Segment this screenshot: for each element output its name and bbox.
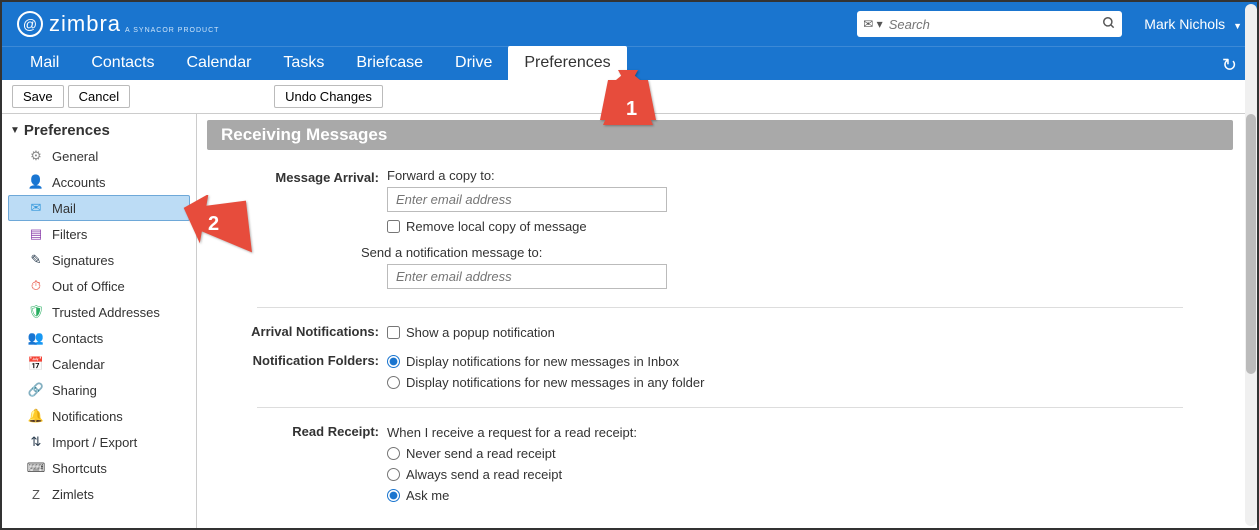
sidebar-icon: ⌨ [28,460,44,476]
sidebar-item-label: Notifications [52,409,123,424]
sidebar-icon: 🔔 [28,408,44,424]
logo-subtitle: A SYNACOR PRODUCT [125,27,219,34]
tab-contacts[interactable]: Contacts [75,46,170,80]
preferences-sidebar: ▼ Preferences ⚙ General 👤 Accounts ✉ Mail ▤ Fil… [2,114,197,528]
notification-folders-label: Notification Folders: [207,351,387,393]
notify-any-radio-label[interactable]: Display notifications for new messages i… [387,372,1233,393]
sidebar-item-calendar[interactable]: 📅 Calendar [8,351,190,377]
receipt-ask-radio[interactable] [387,489,400,502]
sidebar-icon: ⚙ [28,148,44,164]
forward-email-input[interactable] [387,187,667,212]
sidebar-title[interactable]: ▼ Preferences [8,118,190,143]
receipt-never-radio[interactable] [387,447,400,460]
sidebar-item-out-of-office[interactable]: ⏱ Out of Office [8,273,190,299]
refresh-icon[interactable]: ↻ [1214,51,1245,80]
forward-copy-text: Forward a copy to: [387,168,495,183]
sidebar-item-general[interactable]: ⚙ General [8,143,190,169]
chevron-down-icon: ▼ [1233,21,1242,31]
read-receipt-label: Read Receipt: [207,422,387,506]
receipt-always-radio-label[interactable]: Always send a read receipt [387,464,1233,485]
cancel-button[interactable]: Cancel [68,85,130,108]
sidebar-item-mail[interactable]: ✉ Mail [8,195,190,221]
section-title: Receiving Messages [207,120,1233,150]
tab-tasks[interactable]: Tasks [267,46,340,80]
sidebar-item-label: Filters [52,227,87,242]
popup-notification-checkbox-label[interactable]: Show a popup notification [387,322,1233,343]
save-button[interactable]: Save [12,85,64,108]
collapse-icon: ▼ [10,125,20,136]
remove-local-checkbox[interactable] [387,220,400,233]
logo: @ zimbra A SYNACOR PRODUCT [17,11,219,37]
remove-local-checkbox-label[interactable]: Remove local copy of message [387,216,1233,237]
sidebar-item-signatures[interactable]: ✎ Signatures [8,247,190,273]
sidebar-icon: 🛡 [28,304,44,320]
sidebar-item-label: Shortcuts [52,461,107,476]
user-name: Mark Nichols [1144,16,1225,32]
search-box[interactable]: ✉ ▾ [857,11,1122,37]
sidebar-item-filters[interactable]: ▤ Filters [8,221,190,247]
notify-inbox-radio-label[interactable]: Display notifications for new messages i… [387,351,1233,372]
sidebar-item-label: Signatures [52,253,114,268]
notification-email-input[interactable] [387,264,667,289]
sidebar-item-contacts[interactable]: 👥 Contacts [8,325,190,351]
logo-icon: @ [17,11,43,37]
search-icon[interactable] [1102,16,1116,33]
logo-text: zimbra [49,11,121,37]
popup-notification-checkbox[interactable] [387,326,400,339]
sidebar-item-sharing[interactable]: 🔗 Sharing [8,377,190,403]
receipt-ask-radio-label[interactable]: Ask me [387,485,1233,506]
content-pane: Receiving Messages Message Arrival: Forw… [197,114,1257,528]
read-receipt-intro: When I receive a request for a read rece… [387,422,1233,443]
sidebar-item-notifications[interactable]: 🔔 Notifications [8,403,190,429]
receipt-never-radio-label[interactable]: Never send a read receipt [387,443,1233,464]
sidebar-icon: 👥 [28,330,44,346]
top-bar: @ zimbra A SYNACOR PRODUCT ✉ ▾ Mark Nich… [2,2,1257,46]
main-area: ▼ Preferences ⚙ General 👤 Accounts ✉ Mail ▤ Fil… [2,114,1257,528]
sidebar-item-label: Import / Export [52,435,137,450]
annotation-arrow-1: 1 [598,70,668,143]
sidebar-icon: Z [28,486,44,502]
sidebar-item-label: Trusted Addresses [52,305,160,320]
notify-inbox-radio[interactable] [387,355,400,368]
tab-drive[interactable]: Drive [439,46,508,80]
sidebar-item-trusted-addresses[interactable]: 🛡 Trusted Addresses [8,299,190,325]
sidebar-item-shortcuts[interactable]: ⌨ Shortcuts [8,455,190,481]
tab-mail[interactable]: Mail [14,46,75,80]
sidebar-icon: ▤ [28,226,44,242]
sidebar-item-label: Contacts [52,331,103,346]
sidebar-item-accounts[interactable]: 👤 Accounts [8,169,190,195]
sidebar-icon: 🔗 [28,382,44,398]
undo-changes-button[interactable]: Undo Changes [274,85,383,108]
sidebar-item-label: Out of Office [52,279,125,294]
annotation-arrow-2: 2 [182,195,257,273]
sidebar-icon: ⇅ [28,434,44,450]
sidebar-item-import-export[interactable]: ⇅ Import / Export [8,429,190,455]
receipt-always-radio[interactable] [387,468,400,481]
send-notification-text: Send a notification message to: [361,245,542,260]
mail-scope-icon[interactable]: ✉ ▾ [863,17,882,31]
sidebar-icon: 👤 [28,174,44,190]
sidebar-item-label: General [52,149,98,164]
user-menu[interactable]: Mark Nichols ▼ [1144,16,1242,32]
sidebar-icon: ✉ [28,200,44,216]
sidebar-item-label: Zimlets [52,487,94,502]
sidebar-item-label: Accounts [52,175,105,190]
tab-calendar[interactable]: Calendar [170,46,267,80]
sidebar-item-zimlets[interactable]: Z Zimlets [8,481,190,507]
scrollbar-thumb[interactable] [1246,114,1256,374]
notify-any-radio[interactable] [387,376,400,389]
sidebar-item-label: Mail [52,201,76,216]
sidebar-item-label: Calendar [52,357,105,372]
tab-briefcase[interactable]: Briefcase [340,46,439,80]
scrollbar[interactable] [1245,4,1257,526]
search-input[interactable] [883,17,1103,32]
sidebar-item-label: Sharing [52,383,97,398]
sidebar-icon: ⏱ [28,278,44,294]
sidebar-icon: ✎ [28,252,44,268]
arrival-notifications-label: Arrival Notifications: [207,322,387,343]
sidebar-icon: 📅 [28,356,44,372]
